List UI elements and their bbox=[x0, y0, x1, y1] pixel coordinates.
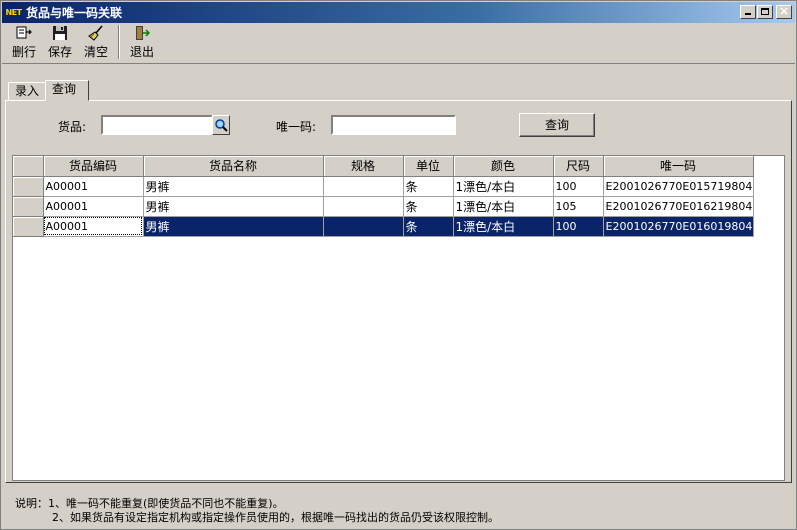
cell-goods-code[interactable]: A00001 bbox=[43, 196, 144, 217]
column-header[interactable]: 规格 bbox=[323, 156, 404, 177]
unique-code-label: 唯一码: bbox=[276, 120, 317, 134]
cell-unique-code[interactable]: E2001026770E01601980464A bbox=[603, 216, 754, 237]
header-row: 货品编码 货品名称 规格 单位 颜色 尺码 唯一码 bbox=[13, 156, 754, 177]
cell-color[interactable]: 1漂色/本白 bbox=[453, 196, 554, 217]
column-header[interactable]: 尺码 bbox=[553, 156, 604, 177]
cell-unit[interactable]: 条 bbox=[403, 176, 454, 197]
maximize-icon bbox=[761, 8, 769, 15]
table-row[interactable]: A00001 男裤 条 1漂色/本白 100 E2001026770E01571… bbox=[13, 176, 754, 197]
delete-row-button[interactable]: 删行 bbox=[6, 23, 42, 61]
magnifier-icon bbox=[215, 119, 228, 132]
row-indicator[interactable] bbox=[13, 196, 44, 217]
delete-row-icon bbox=[16, 26, 32, 39]
toolbar: 删行 保存 清空 退出 bbox=[2, 23, 795, 64]
cell-unique-code[interactable]: E2001026770E01571980463E bbox=[603, 176, 754, 197]
app-window: NET 货品与唯一码关联 × 删行 保存 清空 退出 录入 查询 货品: 唯一码… bbox=[0, 0, 797, 530]
tab-query[interactable]: 查询 bbox=[45, 80, 90, 101]
cell-unit[interactable]: 条 bbox=[403, 216, 454, 237]
row-indicator[interactable] bbox=[13, 176, 44, 197]
floppy-disk-icon bbox=[53, 26, 67, 40]
column-header[interactable]: 单位 bbox=[403, 156, 454, 177]
minimize-icon bbox=[745, 13, 751, 15]
goods-input[interactable] bbox=[101, 115, 213, 135]
window-controls: × bbox=[740, 4, 792, 19]
save-label: 保存 bbox=[47, 45, 72, 59]
cell-goods-name[interactable]: 男裤 bbox=[143, 196, 324, 217]
broom-icon bbox=[88, 25, 103, 41]
row-indicator-header bbox=[13, 156, 44, 177]
column-header[interactable]: 货品编码 bbox=[43, 156, 144, 177]
table-row[interactable]: A00001 男裤 条 1漂色/本白 105 E2001026770E01621… bbox=[13, 196, 754, 217]
goods-lookup-button[interactable] bbox=[212, 115, 230, 135]
table-row-selected[interactable]: A00001 男裤 条 1漂色/本白 100 E2001026770E01601… bbox=[13, 216, 754, 237]
close-button[interactable]: × bbox=[776, 4, 792, 19]
minimize-button[interactable] bbox=[740, 5, 756, 19]
tab-strip: 录入 查询 bbox=[8, 80, 90, 101]
column-header[interactable]: 唯一码 bbox=[603, 156, 754, 177]
exit-door-icon bbox=[136, 26, 150, 40]
delete-row-label: 删行 bbox=[11, 45, 36, 59]
cell-size[interactable]: 105 bbox=[553, 196, 604, 217]
window-title: 货品与唯一码关联 bbox=[26, 6, 123, 20]
clear-button[interactable]: 清空 bbox=[78, 23, 114, 61]
exit-label: 退出 bbox=[129, 45, 154, 59]
cell-spec[interactable] bbox=[323, 176, 404, 197]
tab-entry[interactable]: 录入 bbox=[8, 82, 47, 101]
cell-goods-name[interactable]: 男裤 bbox=[143, 176, 324, 197]
cell-size[interactable]: 100 bbox=[553, 216, 604, 237]
clear-label: 清空 bbox=[83, 45, 108, 59]
note-line-2: 2、如果货品有设定指定机构或指定操作员使用的，根据唯一码找出的货品仍受该权限控制… bbox=[52, 511, 499, 524]
toolbar-separator bbox=[118, 25, 120, 59]
cell-goods-name[interactable]: 男裤 bbox=[143, 216, 324, 237]
app-logo-icon: NET bbox=[4, 4, 23, 21]
cell-goods-code[interactable]: A00001 bbox=[43, 216, 144, 237]
query-button[interactable]: 查询 bbox=[519, 113, 595, 137]
results-grid: 货品编码 货品名称 规格 单位 颜色 尺码 唯一码 A00001 男裤 条 1漂… bbox=[12, 155, 785, 481]
cell-spec[interactable] bbox=[323, 196, 404, 217]
close-icon: × bbox=[778, 4, 790, 18]
cell-color[interactable]: 1漂色/本白 bbox=[453, 176, 554, 197]
title-bar[interactable]: NET 货品与唯一码关联 × bbox=[2, 2, 795, 23]
results-table: 货品编码 货品名称 规格 单位 颜色 尺码 唯一码 A00001 男裤 条 1漂… bbox=[13, 156, 754, 237]
cell-color[interactable]: 1漂色/本白 bbox=[453, 216, 554, 237]
maximize-button[interactable] bbox=[757, 5, 773, 19]
goods-label: 货品: bbox=[58, 120, 87, 134]
unique-code-input[interactable] bbox=[331, 115, 456, 135]
exit-button[interactable]: 退出 bbox=[124, 23, 160, 61]
save-button[interactable]: 保存 bbox=[42, 23, 78, 61]
row-indicator[interactable] bbox=[13, 216, 44, 237]
column-header[interactable]: 颜色 bbox=[453, 156, 554, 177]
cell-spec[interactable] bbox=[323, 216, 404, 237]
cell-size[interactable]: 100 bbox=[553, 176, 604, 197]
cell-goods-code[interactable]: A00001 bbox=[43, 176, 144, 197]
column-header[interactable]: 货品名称 bbox=[143, 156, 324, 177]
cell-unit[interactable]: 条 bbox=[403, 196, 454, 217]
cell-unique-code[interactable]: E2001026770E01621980465Z bbox=[603, 196, 754, 217]
